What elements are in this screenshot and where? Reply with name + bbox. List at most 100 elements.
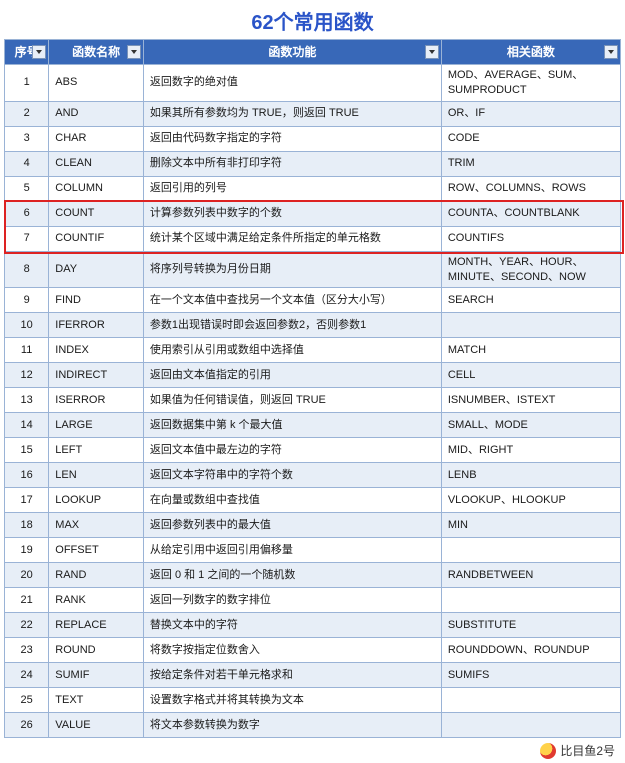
cell-related: LENB [441,463,620,488]
cell-related: RANDBETWEEN [441,563,620,588]
cell-index: 16 [5,463,49,488]
cell-related [441,538,620,563]
cell-index: 12 [5,363,49,388]
col-header-index[interactable]: 序号 [5,40,49,65]
table-row: 6COUNT计算参数列表中数字的个数COUNTA、COUNTBLANK [5,201,621,226]
table-header-row: 序号 函数名称 函数功能 相关函数 [5,40,621,65]
filter-dropdown-icon[interactable] [32,45,46,59]
cell-function: 统计某个区域中满足给定条件所指定的单元格数 [143,226,441,251]
cell-function: 返回文本值中最左边的字符 [143,438,441,463]
col-header-function[interactable]: 函数功能 [143,40,441,65]
cell-function: 在向量或数组中查找值 [143,488,441,513]
cell-related: MATCH [441,338,620,363]
cell-related: CODE [441,126,620,151]
table-row: 1ABS返回数字的绝对值MOD、AVERAGE、SUM、SUMPRODUCT [5,65,621,102]
table-row: 24SUMIF按给定条件对若干单元格求和SUMIFS [5,663,621,688]
cell-name: INDEX [49,338,144,363]
cell-index: 13 [5,388,49,413]
col-header-related-label: 相关函数 [507,45,555,59]
cell-function: 返回文本字符串中的字符个数 [143,463,441,488]
table-row: 3CHAR返回由代码数字指定的字符CODE [5,126,621,151]
cell-name: CHAR [49,126,144,151]
cell-related: SUMIFS [441,663,620,688]
cell-related: MID、RIGHT [441,438,620,463]
cell-name: VALUE [49,713,144,738]
cell-index: 5 [5,176,49,201]
table-row: 22REPLACE替换文本中的字符SUBSTITUTE [5,613,621,638]
cell-related [441,313,620,338]
cell-index: 26 [5,713,49,738]
cell-index: 7 [5,226,49,251]
cell-name: LEN [49,463,144,488]
cell-name: RANK [49,588,144,613]
cell-name: LARGE [49,413,144,438]
cell-name: FIND [49,288,144,313]
cell-name: OFFSET [49,538,144,563]
filter-dropdown-icon[interactable] [604,45,618,59]
cell-function: 返回由代码数字指定的字符 [143,126,441,151]
cell-index: 20 [5,563,49,588]
cell-related: SUBSTITUTE [441,613,620,638]
cell-name: SUMIF [49,663,144,688]
table-row: 21RANK返回一列数字的数字排位 [5,588,621,613]
cell-function: 将文本参数转换为数字 [143,713,441,738]
cell-index: 8 [5,251,49,288]
cell-function: 返回参数列表中的最大值 [143,513,441,538]
cell-function: 返回引用的列号 [143,176,441,201]
cell-function: 如果值为任何错误值，则返回 TRUE [143,388,441,413]
col-header-related[interactable]: 相关函数 [441,40,620,65]
table-row: 20RAND返回 0 和 1 之间的一个随机数RANDBETWEEN [5,563,621,588]
cell-function: 参数1出现错误时即会返回参数2，否则参数1 [143,313,441,338]
cell-index: 25 [5,688,49,713]
table-row: 19OFFSET从给定引用中返回引用偏移量 [5,538,621,563]
cell-index: 18 [5,513,49,538]
cell-name: ISERROR [49,388,144,413]
footer: 比目鱼2号 [4,738,621,759]
table-row: 16LEN返回文本字符串中的字符个数LENB [5,463,621,488]
page-title: 62个常用函数 [4,4,621,39]
cell-name: COUNTIF [49,226,144,251]
cell-index: 23 [5,638,49,663]
cell-name: MAX [49,513,144,538]
cell-index: 2 [5,101,49,126]
cell-function: 将数字按指定位数舍入 [143,638,441,663]
cell-function: 使用索引从引用或数组中选择值 [143,338,441,363]
cell-index: 3 [5,126,49,151]
table-row: 18MAX返回参数列表中的最大值MIN [5,513,621,538]
cell-function: 计算参数列表中数字的个数 [143,201,441,226]
cell-name: RAND [49,563,144,588]
filter-dropdown-icon[interactable] [127,45,141,59]
table-row: 17LOOKUP在向量或数组中查找值VLOOKUP、HLOOKUP [5,488,621,513]
cell-related: VLOOKUP、HLOOKUP [441,488,620,513]
cell-related: COUNTIFS [441,226,620,251]
cell-index: 1 [5,65,49,102]
table-row: 8DAY将序列号转换为月份日期MONTH、YEAR、HOUR、MINUTE、SE… [5,251,621,288]
cell-index: 4 [5,151,49,176]
table-row: 12INDIRECT返回由文本值指定的引用CELL [5,363,621,388]
cell-related: MOD、AVERAGE、SUM、SUMPRODUCT [441,65,620,102]
cell-index: 11 [5,338,49,363]
table-row: 14LARGE返回数据集中第 k 个最大值SMALL、MODE [5,413,621,438]
cell-index: 24 [5,663,49,688]
cell-index: 14 [5,413,49,438]
cell-related: ROW、COLUMNS、ROWS [441,176,620,201]
cell-index: 6 [5,201,49,226]
functions-table: 序号 函数名称 函数功能 相关函数 1ABS返回数字的绝对值MOD、AVERAG… [4,39,621,738]
cell-function: 返回数据集中第 k 个最大值 [143,413,441,438]
filter-dropdown-icon[interactable] [425,45,439,59]
cell-index: 21 [5,588,49,613]
cell-index: 10 [5,313,49,338]
cell-function: 按给定条件对若干单元格求和 [143,663,441,688]
cell-name: REPLACE [49,613,144,638]
cell-index: 17 [5,488,49,513]
cell-related: SMALL、MODE [441,413,620,438]
table-row: 26VALUE将文本参数转换为数字 [5,713,621,738]
table-row: 2AND如果其所有参数均为 TRUE，则返回 TRUEOR、IF [5,101,621,126]
table-row: 13ISERROR如果值为任何错误值，则返回 TRUEISNUMBER、ISTE… [5,388,621,413]
cell-related [441,688,620,713]
col-header-name[interactable]: 函数名称 [49,40,144,65]
cell-function: 删除文本中所有非打印字符 [143,151,441,176]
cell-index: 9 [5,288,49,313]
cell-name: DAY [49,251,144,288]
cell-name: CLEAN [49,151,144,176]
